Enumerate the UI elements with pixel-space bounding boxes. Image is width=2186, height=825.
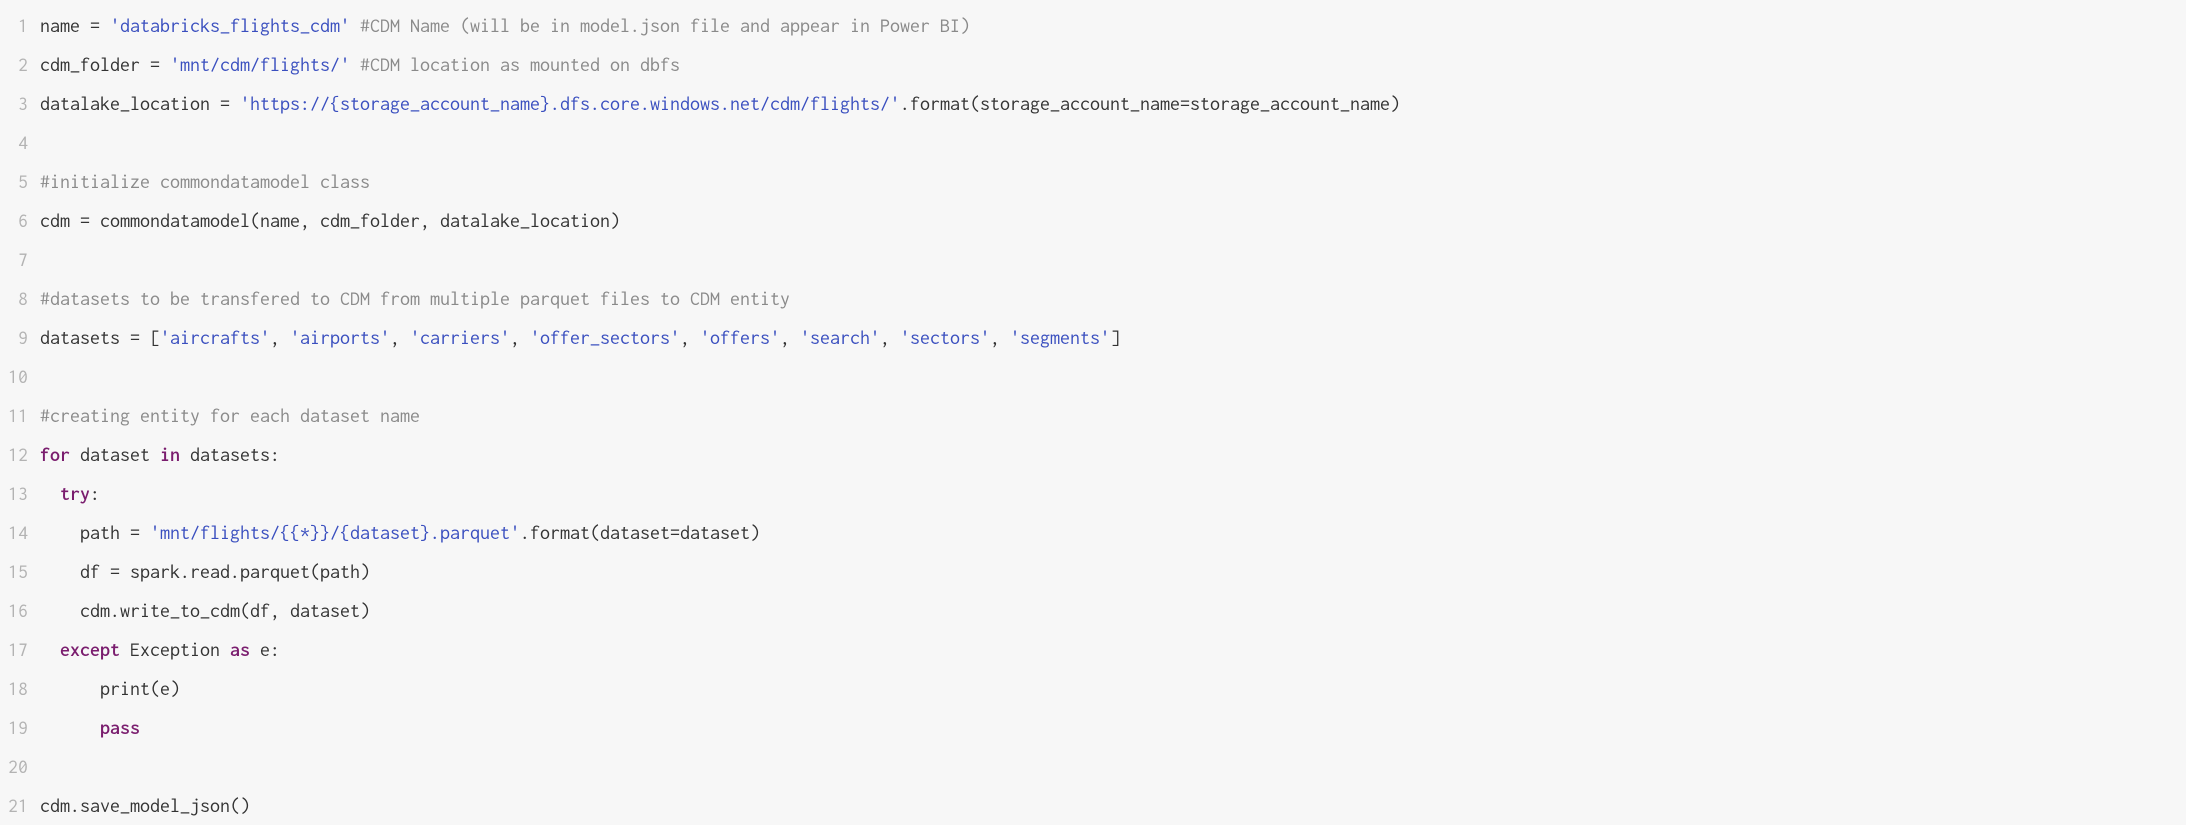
code-token-plain [350, 54, 360, 75]
code-line[interactable]: for dataset in datasets: [40, 435, 2186, 474]
code-token-plain: .format(storage_account_name=storage_acc… [900, 93, 1400, 114]
code-line[interactable]: #datasets to be transfered to CDM from m… [40, 279, 2186, 318]
code-line[interactable] [40, 747, 2186, 786]
code-token-plain: : [90, 483, 100, 504]
code-token-plain [40, 483, 60, 504]
code-token-comm: #creating entity for each dataset name [40, 405, 420, 426]
code-line[interactable]: path = 'mnt/flights/{{*}}/{dataset}.parq… [40, 513, 2186, 552]
code-token-str: 'mnt/flights/{{*}}/{dataset}.parquet' [150, 522, 520, 543]
line-number: 8 [8, 279, 28, 318]
code-token-plain: ] [1110, 327, 1120, 348]
line-number: 13 [8, 474, 28, 513]
code-token-plain: path = [40, 522, 150, 543]
code-token-plain [40, 717, 100, 738]
line-number: 16 [8, 591, 28, 630]
code-line[interactable]: df = spark.read.parquet(path) [40, 552, 2186, 591]
line-number: 7 [8, 240, 28, 279]
line-number: 14 [8, 513, 28, 552]
code-line[interactable]: #initialize commondatamodel class [40, 162, 2186, 201]
code-token-comm: #CDM Name (will be in model.json file an… [360, 15, 970, 36]
line-number: 5 [8, 162, 28, 201]
code-line[interactable] [40, 240, 2186, 279]
code-token-str: 'sectors' [900, 327, 990, 348]
code-token-plain: , [990, 327, 1010, 348]
line-number: 19 [8, 708, 28, 747]
code-token-plain: datasets = [ [40, 327, 160, 348]
line-number: 18 [8, 669, 28, 708]
code-token-comm: #datasets to be transfered to CDM from m… [40, 288, 790, 309]
code-token-plain: name = [40, 15, 110, 36]
code-token-plain: print(e) [40, 678, 180, 699]
code-token-str: 'https://{storage_account_name}.dfs.core… [240, 93, 900, 114]
code-token-plain: , [680, 327, 700, 348]
code-token-comm: #CDM location as mounted on dbfs [360, 54, 680, 75]
code-line[interactable]: datalake_location = 'https://{storage_ac… [40, 84, 2186, 123]
code-token-kw: pass [100, 717, 140, 738]
line-number: 10 [8, 357, 28, 396]
line-number: 12 [8, 435, 28, 474]
code-token-plain: , [780, 327, 800, 348]
code-line[interactable] [40, 357, 2186, 396]
code-token-str: 'databricks_flights_cdm' [110, 15, 350, 36]
code-token-plain: df = spark.read.parquet(path) [40, 561, 370, 582]
code-token-plain: , [880, 327, 900, 348]
line-number: 20 [8, 747, 28, 786]
code-token-kw: except [60, 639, 120, 660]
code-area[interactable]: name = 'databricks_flights_cdm' #CDM Nam… [40, 6, 2186, 825]
code-line[interactable]: except Exception as e: [40, 630, 2186, 669]
code-token-str: 'search' [800, 327, 880, 348]
line-number: 11 [8, 396, 28, 435]
line-number: 17 [8, 630, 28, 669]
code-line[interactable]: print(e) [40, 669, 2186, 708]
code-line[interactable]: cdm = commondatamodel(name, cdm_folder, … [40, 201, 2186, 240]
code-token-comm: #initialize commondatamodel class [40, 171, 370, 192]
code-token-plain: cdm = commondatamodel(name, cdm_folder, … [40, 210, 620, 231]
line-number: 4 [8, 123, 28, 162]
code-line[interactable]: datasets = ['aircrafts', 'airports', 'ca… [40, 318, 2186, 357]
line-number: 6 [8, 201, 28, 240]
code-token-plain: datalake_location = [40, 93, 240, 114]
code-token-plain: cdm_folder = [40, 54, 170, 75]
line-number: 1 [8, 6, 28, 45]
line-number: 15 [8, 552, 28, 591]
code-token-plain: datasets: [180, 444, 280, 465]
code-token-plain [350, 15, 360, 36]
code-token-str: 'airports' [290, 327, 390, 348]
code-line[interactable]: cdm.write_to_cdm(df, dataset) [40, 591, 2186, 630]
code-token-plain: e: [250, 639, 280, 660]
code-token-plain: cdm.write_to_cdm(df, dataset) [40, 600, 370, 621]
code-line[interactable]: try: [40, 474, 2186, 513]
code-token-str: 'aircrafts' [160, 327, 270, 348]
code-token-str: 'segments' [1010, 327, 1110, 348]
code-token-str: 'offers' [700, 327, 780, 348]
line-number: 2 [8, 45, 28, 84]
code-token-kw: in [160, 444, 180, 465]
code-token-kw: try [60, 483, 90, 504]
code-token-plain: , [390, 327, 410, 348]
line-number: 21 [8, 786, 28, 825]
code-token-kw: for [40, 444, 70, 465]
code-token-plain: , [510, 327, 530, 348]
code-line[interactable]: cdm_folder = 'mnt/cdm/flights/' #CDM loc… [40, 45, 2186, 84]
code-line[interactable]: #creating entity for each dataset name [40, 396, 2186, 435]
code-token-str: 'offer_sectors' [530, 327, 680, 348]
code-line[interactable]: cdm.save_model_json() [40, 786, 2186, 825]
code-token-kw: as [230, 639, 250, 660]
code-token-str: 'carriers' [410, 327, 510, 348]
code-token-plain [40, 639, 60, 660]
code-token-plain: Exception [120, 639, 230, 660]
line-number: 9 [8, 318, 28, 357]
code-line[interactable] [40, 123, 2186, 162]
code-line[interactable]: name = 'databricks_flights_cdm' #CDM Nam… [40, 6, 2186, 45]
code-token-plain: cdm.save_model_json() [40, 795, 250, 816]
code-token-plain: dataset [70, 444, 160, 465]
code-token-plain: , [270, 327, 290, 348]
line-number-gutter: 123456789101112131415161718192021 [0, 6, 40, 825]
code-token-str: 'mnt/cdm/flights/' [170, 54, 350, 75]
code-line[interactable]: pass [40, 708, 2186, 747]
code-editor[interactable]: 123456789101112131415161718192021 name =… [0, 0, 2186, 825]
line-number: 3 [8, 84, 28, 123]
code-token-plain: .format(dataset=dataset) [520, 522, 760, 543]
